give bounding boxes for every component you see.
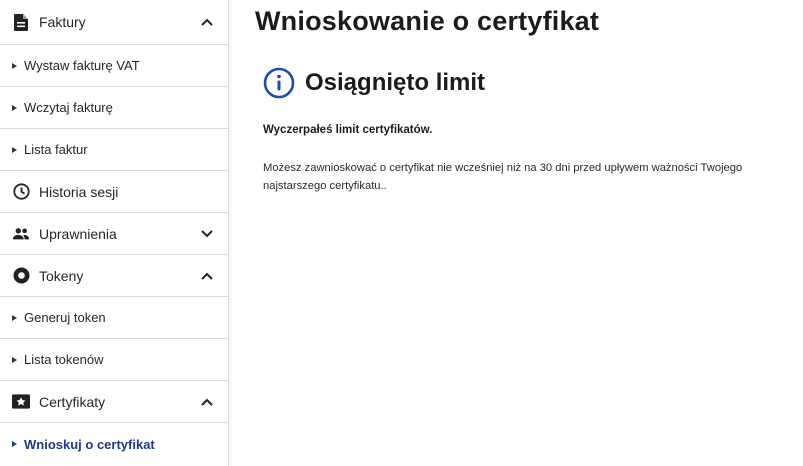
sidebar-item-label: Uprawnienia (39, 225, 117, 242)
users-icon (12, 225, 30, 243)
sidebar-item-wczytaj-fakture[interactable]: Wczytaj fakturę (0, 87, 228, 129)
sidebar-item-label: Faktury (39, 14, 86, 30)
info-icon (263, 67, 295, 99)
sidebar-item-lista-faktur[interactable]: Lista faktur (0, 129, 228, 171)
clock-icon (12, 183, 30, 201)
sidebar-item-lista-tokenow[interactable]: Lista tokenów (0, 339, 228, 381)
sidebar-item-label: Wystaw fakturę VAT (24, 58, 140, 73)
page-title: Wnioskowanie o certyfikat (255, 6, 600, 36)
sidebar-item-certyfikaty[interactable]: Certyfikaty (0, 381, 228, 423)
bullet-icon (12, 146, 17, 153)
token-icon (12, 267, 30, 285)
certificate-icon (12, 393, 30, 411)
sidebar-nav: Faktury Wystaw fakturę VAT Wczytaj faktu… (0, 0, 234, 466)
sidebar-item-tokeny[interactable]: Tokeny (0, 255, 228, 297)
sidebar-item-label: Wnioskuj o certyfikat (24, 436, 155, 452)
sidebar-item-wnioskuj-o-certyfikat[interactable]: Wnioskuj o certyfikat (0, 423, 228, 465)
sidebar-item-generuj-token[interactable]: Generuj token (0, 297, 228, 339)
chevron-up-icon (200, 269, 214, 283)
alert-message-strong: Wyczerpałeś limit certyfikatów. (263, 124, 433, 136)
chevron-down-icon (200, 227, 214, 241)
document-icon (12, 13, 30, 31)
bullet-icon (12, 62, 17, 69)
sidebar-item-wystaw-fakture[interactable]: Wystaw fakturę VAT (0, 45, 228, 87)
sidebar-item-label: Historia sesji (39, 183, 119, 200)
sidebar-item-label: Tokeny (39, 267, 84, 284)
alert-header: Osiągnięto limit (263, 67, 485, 99)
chevron-up-icon (200, 395, 214, 409)
alert-title: Osiągnięto limit (305, 69, 486, 96)
sidebar-item-label: Lista faktur (24, 142, 88, 157)
bullet-icon (12, 314, 17, 321)
sidebar-item-faktury[interactable]: Faktury (0, 0, 228, 45)
bullet-icon (12, 104, 17, 111)
sidebar-item-historia-sesji[interactable]: Historia sesji (0, 171, 228, 213)
sidebar-item-uprawnienia[interactable]: Uprawnienia (0, 213, 228, 255)
sidebar-item-label: Generuj token (24, 310, 106, 325)
chevron-up-icon (200, 15, 214, 29)
bullet-icon (12, 356, 17, 363)
bullet-icon (12, 441, 17, 447)
sidebar-item-label: Lista tokenów (24, 352, 104, 367)
sidebar-item-label: Wczytaj fakturę (24, 100, 113, 115)
sidebar-item-label: Certyfikaty (39, 393, 106, 410)
alert-message-body: Możesz zawnioskować o certyfikat nie wcz… (263, 162, 743, 192)
